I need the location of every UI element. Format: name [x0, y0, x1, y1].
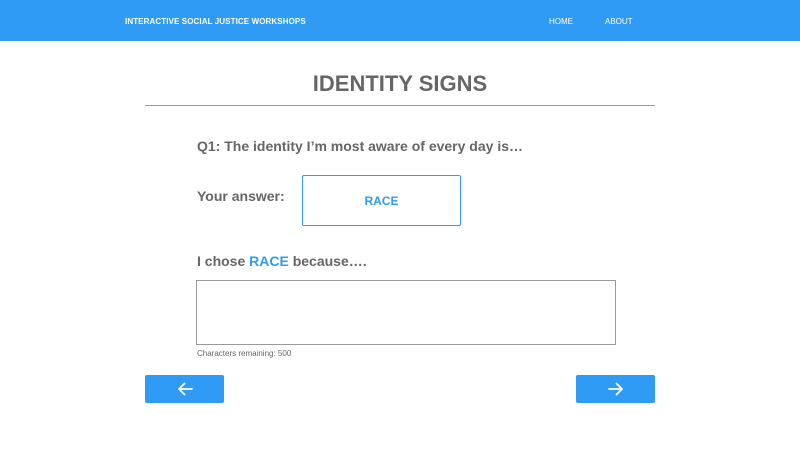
reason-prefix: I chose	[197, 253, 246, 269]
brand-title[interactable]: INTERACTIVE SOCIAL JUSTICE WORKSHOPS	[125, 17, 306, 26]
reason-suffix: because….	[292, 253, 367, 269]
page-title: IDENTITY SIGNS	[312, 71, 488, 96]
arrow-right-icon	[607, 382, 623, 396]
nav-about-link[interactable]: ABOUT	[605, 17, 633, 26]
top-navbar: INTERACTIVE SOCIAL JUSTICE WORKSHOPS HOM…	[0, 0, 800, 41]
reason-textarea[interactable]	[196, 280, 616, 345]
arrow-left-icon	[177, 382, 193, 396]
characters-remaining: Characters remaining: 500	[197, 349, 292, 358]
next-button[interactable]	[576, 375, 655, 403]
question-text: Q1: The identity I’m most aware of every…	[197, 138, 523, 154]
reason-choice: RACE	[249, 253, 289, 269]
title-divider	[145, 105, 655, 106]
answer-box[interactable]: RACE	[302, 175, 461, 226]
reason-prompt: I chose RACE because….	[197, 253, 367, 269]
nav-home-link[interactable]: HOME	[549, 17, 573, 26]
back-button[interactable]	[145, 375, 224, 403]
answer-label: Your answer:	[197, 188, 285, 204]
answer-value: RACE	[364, 193, 399, 208]
